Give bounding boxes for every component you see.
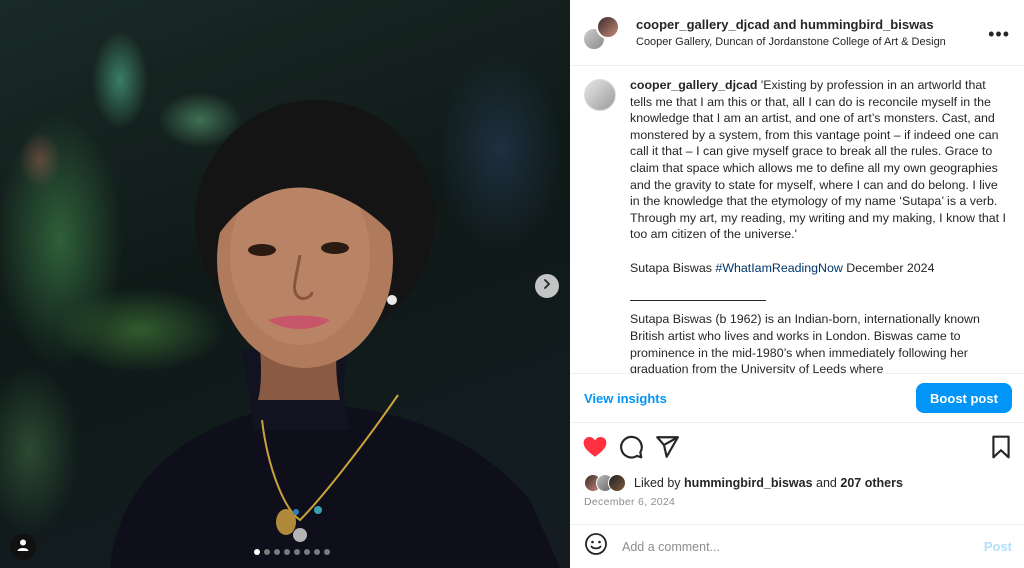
carousel-dot xyxy=(304,549,310,555)
caption-bio: Sutapa Biswas (b 1962) is an Indian-born… xyxy=(630,312,980,373)
caption-text: cooper_gallery_djcad 'Existing by profes… xyxy=(630,77,1010,373)
caption-scroll[interactable]: cooper_gallery_djcad 'Existing by profes… xyxy=(570,67,1024,373)
liked-by-label: Liked by xyxy=(634,476,681,490)
user-tag-icon xyxy=(16,538,30,557)
post-photo[interactable] xyxy=(0,0,570,568)
post-sidebar: cooper_gallery_djcad and hummingbird_bis… xyxy=(570,0,1024,568)
signoff-name: Sutapa Biswas xyxy=(630,260,712,275)
avatar[interactable] xyxy=(584,79,616,111)
collab-avatars[interactable] xyxy=(582,13,622,53)
post-header: cooper_gallery_djcad and hummingbird_bis… xyxy=(570,0,1024,66)
carousel-dot xyxy=(314,549,320,555)
hashtag-link[interactable]: #WhatIamReadingNow xyxy=(715,261,842,275)
caption-username[interactable]: cooper_gallery_djcad xyxy=(630,78,757,92)
caption-quote: 'Existing by profession in an artworld t… xyxy=(630,78,1006,242)
bookmark-icon[interactable] xyxy=(988,434,1014,460)
post-usernames[interactable]: cooper_gallery_djcad and hummingbird_bis… xyxy=(636,17,946,32)
share-icon[interactable] xyxy=(654,434,680,460)
portrait-illustration xyxy=(110,100,560,568)
insights-row: View insights Boost post xyxy=(570,373,1024,423)
heart-icon[interactable] xyxy=(582,434,608,460)
post-comment-button[interactable]: Post xyxy=(984,539,1012,554)
signoff-date: December 2024 xyxy=(846,260,935,275)
post-date[interactable]: December 6, 2024 xyxy=(584,496,675,508)
carousel-dot xyxy=(294,549,300,555)
comment-bar: Post xyxy=(570,524,1024,568)
carousel-dot xyxy=(324,549,330,555)
emoji-icon[interactable] xyxy=(584,532,608,561)
avatar xyxy=(608,474,626,492)
divider xyxy=(630,293,766,301)
likes-and: and xyxy=(816,476,837,490)
comment-input[interactable] xyxy=(622,539,984,554)
carousel-dot xyxy=(274,549,280,555)
likes-others[interactable]: 207 others xyxy=(840,476,903,490)
chevron-right-icon xyxy=(541,277,553,295)
avatar[interactable] xyxy=(596,14,620,39)
action-bar xyxy=(582,434,1012,462)
carousel-dot xyxy=(254,549,260,555)
view-insights-link[interactable]: View insights xyxy=(584,391,667,406)
likes-summary[interactable]: Liked by hummingbird_biswas and 207 othe… xyxy=(584,474,903,492)
liker-avatars xyxy=(584,474,630,492)
comment-icon[interactable] xyxy=(618,434,644,460)
boost-post-button[interactable]: Boost post xyxy=(916,383,1012,413)
more-options-icon[interactable]: ••• xyxy=(988,24,1010,45)
post-location[interactable]: Cooper Gallery, Duncan of Jordanstone Co… xyxy=(636,36,946,48)
carousel-dots xyxy=(254,549,330,555)
carousel-dot xyxy=(264,549,270,555)
liked-by-user[interactable]: hummingbird_biswas xyxy=(684,476,813,490)
tagged-users-button[interactable] xyxy=(10,534,36,560)
carousel-dot xyxy=(284,549,290,555)
carousel-next-button[interactable] xyxy=(535,274,559,298)
